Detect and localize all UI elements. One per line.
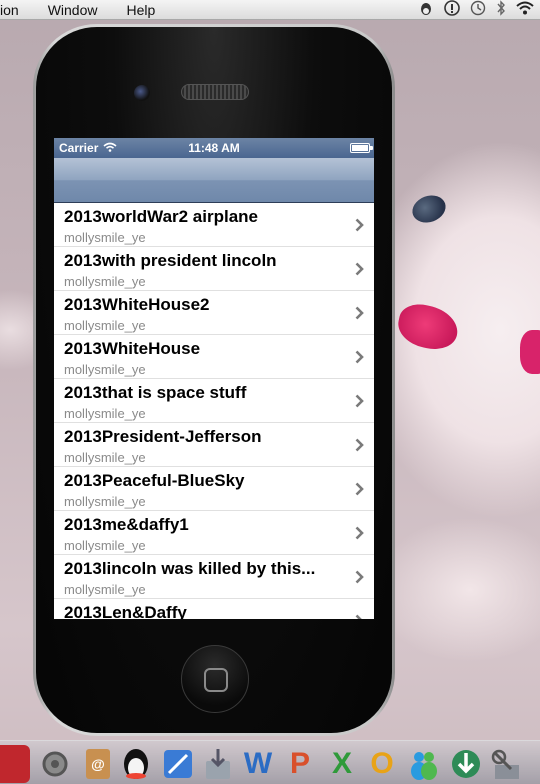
navigation-bar [54, 158, 374, 203]
qq-penguin-icon[interactable] [118, 745, 154, 783]
row-subtitle: mollysmile_ye [64, 494, 146, 509]
disclosure-chevron-icon [355, 482, 364, 496]
satellite-icon[interactable] [488, 745, 524, 783]
row-subtitle: mollysmile_ye [64, 538, 146, 553]
row-title: 2013Peaceful-BlueSky [64, 471, 245, 490]
row-subtitle: mollysmile_ye [64, 362, 146, 377]
wallpaper-bear-eye [408, 190, 450, 228]
status-bar: Carrier 11:48 AM [54, 138, 374, 158]
iphone-screen: Carrier 11:48 AM 2013worldWar2 airplane … [54, 138, 374, 619]
photo-booth-icon[interactable] [0, 745, 30, 783]
menu-help[interactable]: Help [126, 2, 164, 18]
disclosure-chevron-icon [355, 614, 362, 619]
disclosure-chevron-icon [355, 306, 364, 320]
xcode-icon[interactable] [160, 745, 196, 783]
row-subtitle: mollysmile_ye [64, 230, 146, 245]
home-square-icon [204, 668, 228, 692]
row-subtitle: mollysmile_ye [64, 582, 146, 597]
menu-tray [418, 0, 534, 20]
table-row[interactable]: 2013worldWar2 airplane mollysmile_ye [54, 203, 374, 247]
earpiece-speaker [181, 84, 249, 100]
row-title: 2013with president lincoln [64, 251, 277, 270]
disclosure-chevron-icon [355, 350, 364, 364]
row-title: 2013worldWar2 airplane [64, 207, 259, 226]
row-subtitle: mollysmile_ye [64, 406, 146, 421]
status-time: 11:48 AM [188, 141, 240, 155]
menu-app[interactable]: ion [0, 2, 28, 18]
wallpaper-bear-bow [520, 330, 540, 374]
word-icon[interactable]: W [240, 745, 276, 783]
home-button[interactable] [181, 645, 249, 713]
disclosure-chevron-icon [355, 526, 364, 540]
table-view[interactable]: 2013worldWar2 airplane mollysmile_ye 201… [54, 203, 374, 619]
messenger-icon[interactable] [406, 745, 442, 783]
battery-icon [350, 143, 370, 153]
menu-bar: ion Window Help [0, 0, 540, 20]
powerpoint-icon[interactable]: P [282, 745, 318, 783]
alert-tray-icon[interactable] [444, 0, 460, 21]
disclosure-chevron-icon [355, 570, 364, 584]
battery-tip [370, 146, 373, 150]
menu-window[interactable]: Window [48, 2, 107, 18]
row-title: 2013me&daffy1 [64, 515, 189, 534]
wallpaper-bear-nose [394, 300, 462, 354]
wifi-icon[interactable] [516, 0, 534, 20]
table-row[interactable]: 2013President-Jefferson mollysmile_ye [54, 423, 374, 467]
bluetooth-icon[interactable] [496, 0, 506, 21]
dock: @ W P X O [0, 740, 540, 784]
row-title: 2013lincoln was killed by this... [64, 559, 316, 578]
row-title: 2013WhiteHouse [64, 339, 201, 358]
qq-tray-icon[interactable] [418, 0, 434, 21]
row-subtitle: mollysmile_ye [64, 274, 146, 289]
row-title: 2013President-Jefferson [64, 427, 262, 446]
disclosure-chevron-icon [355, 394, 364, 408]
row-title: 2013WhiteHouse2 [64, 295, 210, 314]
row-subtitle: mollysmile_ye [64, 318, 146, 333]
svg-text:@: @ [91, 756, 105, 772]
outlook-icon[interactable]: O [364, 745, 400, 783]
time-machine-icon[interactable] [470, 0, 486, 21]
archive-utility-icon[interactable] [200, 745, 236, 783]
disclosure-chevron-icon [355, 262, 364, 276]
table-row[interactable]: 2013WhiteHouse2 mollysmile_ye [54, 291, 374, 335]
table-row[interactable]: 2013that is space stuff mollysmile_ye [54, 379, 374, 423]
disclosure-chevron-icon [355, 438, 364, 452]
front-camera-icon [134, 85, 150, 101]
download-icon[interactable] [448, 745, 484, 783]
table-row[interactable]: 2013Peaceful-BlueSky mollysmile_ye [54, 467, 374, 511]
table-row[interactable]: 2013Len&Daffy [54, 599, 374, 619]
row-title: 2013Len&Daffy [64, 603, 187, 619]
excel-icon[interactable]: X [324, 745, 360, 783]
address-book-icon[interactable]: @ [80, 745, 116, 783]
table-row[interactable]: 2013WhiteHouse mollysmile_ye [54, 335, 374, 379]
row-subtitle: mollysmile_ye [64, 450, 146, 465]
table-row[interactable]: 2013me&daffy1 mollysmile_ye [54, 511, 374, 555]
menu-list: ion Window Help [0, 2, 184, 18]
table-row[interactable]: 2013lincoln was killed by this... mollys… [54, 555, 374, 599]
disclosure-chevron-icon [355, 218, 364, 232]
row-title: 2013that is space stuff [64, 383, 247, 402]
system-preferences-icon[interactable] [37, 745, 73, 783]
table-row[interactable]: 2013with president lincoln mollysmile_ye [54, 247, 374, 291]
